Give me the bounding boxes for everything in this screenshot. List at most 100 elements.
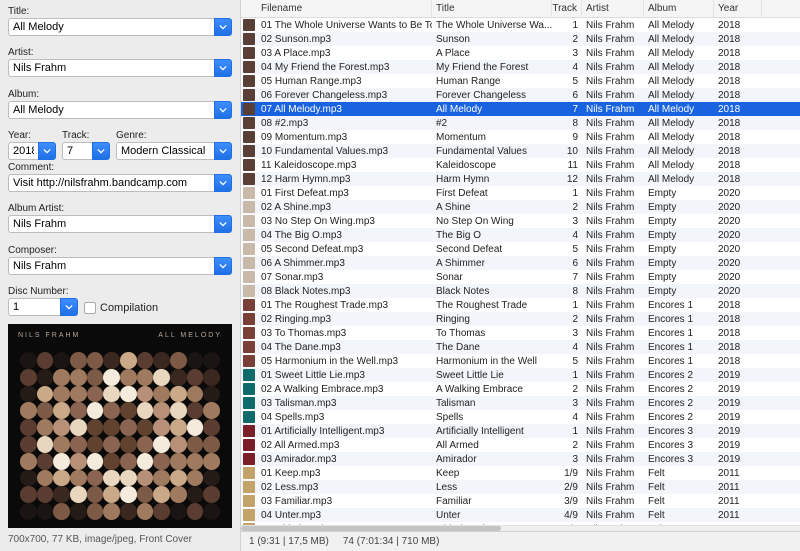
chevron-down-icon[interactable] <box>214 101 232 119</box>
composer-combo[interactable] <box>8 257 232 275</box>
chevron-down-icon[interactable] <box>92 142 110 160</box>
table-row[interactable]: 03 Talisman.mp3Talisman3Nils FrahmEncore… <box>241 396 800 410</box>
cell-filename: 06 A Shimmer.mp3 <box>257 256 432 270</box>
column-swatch[interactable] <box>241 0 257 17</box>
cell-year: 2018 <box>714 88 762 102</box>
cell-track: 3 <box>552 214 582 228</box>
horizontal-scrollbar[interactable] <box>241 525 800 531</box>
cell-track: 9 <box>552 130 582 144</box>
table-row[interactable]: 08 Black Notes.mp3Black Notes8Nils Frahm… <box>241 284 800 298</box>
chevron-down-icon[interactable] <box>214 257 232 275</box>
column-year[interactable]: Year <box>714 0 762 17</box>
cell-filename: 02 Sunson.mp3 <box>257 32 432 46</box>
title-combo[interactable] <box>8 18 232 36</box>
chevron-down-icon[interactable] <box>214 174 232 192</box>
album-swatch-icon <box>243 159 255 171</box>
column-filename[interactable]: Filename <box>257 0 432 17</box>
cell-artist: Nils Frahm <box>582 116 644 130</box>
table-row[interactable]: 01 First Defeat.mp3First Defeat1Nils Fra… <box>241 186 800 200</box>
title-input[interactable] <box>8 18 214 36</box>
table-row[interactable]: 09 Momentum.mp3Momentum9Nils FrahmAll Me… <box>241 130 800 144</box>
table-row[interactable]: 01 The Roughest Trade.mp3The Roughest Tr… <box>241 298 800 312</box>
column-title[interactable]: Title <box>432 0 552 17</box>
table-row[interactable]: 03 To Thomas.mp3To Thomas3Nils FrahmEnco… <box>241 326 800 340</box>
grid-body[interactable]: 01 The Whole Universe Wants to Be Touche… <box>241 18 800 525</box>
table-row[interactable]: 04 My Friend the Forest.mp3My Friend the… <box>241 60 800 74</box>
cell-filename: 05 Human Range.mp3 <box>257 74 432 88</box>
table-row[interactable]: 07 Sonar.mp3Sonar7Nils FrahmEmpty2020 <box>241 270 800 284</box>
chevron-down-icon[interactable] <box>214 142 232 160</box>
album-swatch-icon <box>243 369 255 381</box>
table-row[interactable]: 03 Amirador.mp3Amirador3Nils FrahmEncore… <box>241 452 800 466</box>
cell-track: 6 <box>552 88 582 102</box>
cell-filename: 01 The Whole Universe Wants to Be Touche… <box>257 18 432 32</box>
table-row[interactable]: 11 Kaleidoscope.mp3Kaleidoscope11Nils Fr… <box>241 158 800 172</box>
album-swatch-icon <box>243 397 255 409</box>
table-row[interactable]: 03 No Step On Wing.mp3No Step On Wing3Ni… <box>241 214 800 228</box>
table-row[interactable]: 05 Harmonium in the Well.mp3Harmonium in… <box>241 354 800 368</box>
genre-combo[interactable] <box>116 142 232 160</box>
genre-input[interactable] <box>116 142 214 160</box>
column-album[interactable]: Album <box>644 0 714 17</box>
album-art-info: 700x700, 77 KB, image/jpeg, Front Cover <box>8 534 232 545</box>
cell-year: 2018 <box>714 172 762 186</box>
table-row[interactable]: 01 Sweet Little Lie.mp3Sweet Little Lie1… <box>241 368 800 382</box>
disc-combo[interactable] <box>8 298 78 316</box>
artist-input[interactable] <box>8 59 214 77</box>
album-artist-input[interactable] <box>8 215 214 233</box>
cell-artist: Nils Frahm <box>582 228 644 242</box>
year-combo[interactable] <box>8 142 56 160</box>
chevron-down-icon[interactable] <box>60 298 78 316</box>
table-row[interactable]: 05 Second Defeat.mp3Second Defeat5Nils F… <box>241 242 800 256</box>
album-swatch-icon <box>243 327 255 339</box>
table-row[interactable]: 01 The Whole Universe Wants to Be Touche… <box>241 18 800 32</box>
table-row[interactable]: 03 A Place.mp3A Place3Nils FrahmAll Melo… <box>241 46 800 60</box>
chevron-down-icon[interactable] <box>214 215 232 233</box>
table-row[interactable]: 01 Keep.mp3Keep1/9Nils FrahmFelt2011 <box>241 466 800 480</box>
cell-track: 1 <box>552 368 582 382</box>
chevron-down-icon[interactable] <box>38 142 56 160</box>
label-album: Album: <box>8 89 232 100</box>
track-input[interactable] <box>62 142 92 160</box>
column-artist[interactable]: Artist <box>582 0 644 17</box>
cell-album: Felt <box>644 466 714 480</box>
table-row[interactable]: 03 Familiar.mp3Familiar3/9Nils FrahmFelt… <box>241 494 800 508</box>
album-artist-combo[interactable] <box>8 215 232 233</box>
cell-track: 1 <box>552 18 582 32</box>
track-combo[interactable] <box>62 142 110 160</box>
table-row[interactable]: 05 Human Range.mp3Human Range5Nils Frahm… <box>241 74 800 88</box>
table-row[interactable]: 02 Sunson.mp3Sunson2Nils FrahmAll Melody… <box>241 32 800 46</box>
artist-combo[interactable] <box>8 59 232 77</box>
chevron-down-icon[interactable] <box>214 59 232 77</box>
scrollbar-thumb[interactable] <box>241 526 501 531</box>
composer-input[interactable] <box>8 257 214 275</box>
year-input[interactable] <box>8 142 38 160</box>
album-input[interactable] <box>8 101 214 119</box>
table-row[interactable]: 02 Less.mp3Less2/9Nils FrahmFelt2011 <box>241 480 800 494</box>
comment-input[interactable] <box>8 174 214 192</box>
comment-combo[interactable] <box>8 174 232 192</box>
column-track[interactable]: Track <box>552 0 582 17</box>
table-row[interactable]: 02 A Walking Embrace.mp3A Walking Embrac… <box>241 382 800 396</box>
table-row[interactable]: 07 All Melody.mp3All Melody7Nils FrahmAl… <box>241 102 800 116</box>
disc-input[interactable] <box>8 298 60 316</box>
chevron-down-icon[interactable] <box>214 18 232 36</box>
table-row[interactable]: 12 Harm Hymn.mp3Harm Hymn12Nils FrahmAll… <box>241 172 800 186</box>
table-row[interactable]: 06 Forever Changeless.mp3Forever Changel… <box>241 88 800 102</box>
table-row[interactable]: 04 The Big O.mp3The Big O4Nils FrahmEmpt… <box>241 228 800 242</box>
table-row[interactable]: 02 Ringing.mp3Ringing2Nils FrahmEncores … <box>241 312 800 326</box>
table-row[interactable]: 01 Artificially Intelligent.mp3Artificia… <box>241 424 800 438</box>
cell-album: Encores 2 <box>644 368 714 382</box>
table-row[interactable]: 06 A Shimmer.mp3A Shimmer6Nils FrahmEmpt… <box>241 256 800 270</box>
table-row[interactable]: 04 The Dane.mp3The Dane4Nils FrahmEncore… <box>241 340 800 354</box>
album-combo[interactable] <box>8 101 232 119</box>
table-row[interactable]: 08 #2.mp3#28Nils FrahmAll Melody2018 <box>241 116 800 130</box>
table-row[interactable]: 04 Unter.mp3Unter4/9Nils FrahmFelt2011 <box>241 508 800 522</box>
compilation-checkbox[interactable] <box>84 302 96 314</box>
table-row[interactable]: 04 Spells.mp3Spells4Nils FrahmEncores 22… <box>241 410 800 424</box>
table-row[interactable]: 10 Fundamental Values.mp3Fundamental Val… <box>241 144 800 158</box>
table-row[interactable]: 02 A Shine.mp3A Shine2Nils FrahmEmpty202… <box>241 200 800 214</box>
cell-filename: 05 Harmonium in the Well.mp3 <box>257 354 432 368</box>
table-row[interactable]: 02 All Armed.mp3All Armed2Nils FrahmEnco… <box>241 438 800 452</box>
album-art[interactable]: NILS FRAHM ALL MELODY <box>8 324 232 528</box>
